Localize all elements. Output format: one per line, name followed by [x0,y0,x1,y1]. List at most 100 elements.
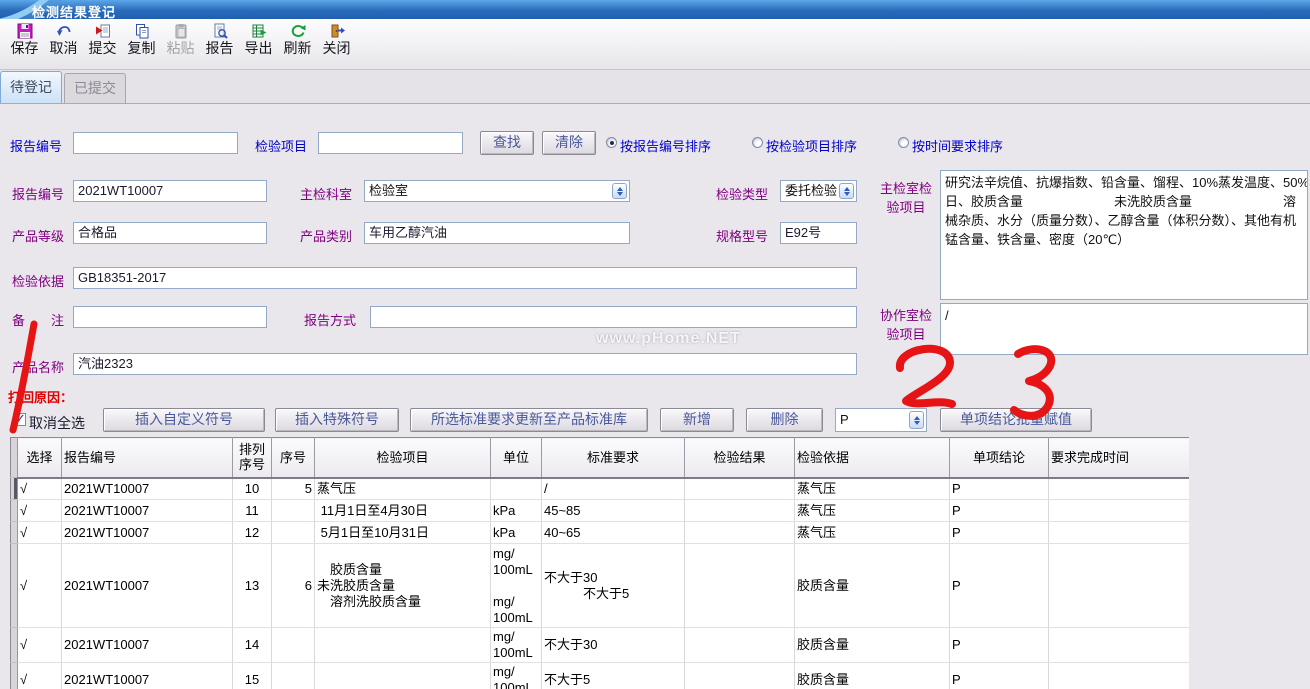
cell-standard-req[interactable]: 不大于30 [542,628,685,663]
find-button[interactable]: 查找 [480,131,534,155]
dept-combo[interactable]: 检验室 [364,180,630,202]
sort-by-item-radio[interactable] [752,137,763,148]
conclusion-combo[interactable]: P [835,408,927,432]
cell-item-conclusion[interactable]: P [950,544,1049,628]
export-button[interactable]: 导出 [239,23,278,57]
cell-test-basis[interactable]: 蒸气压 [795,478,950,500]
cell-test-basis[interactable]: 胶质含量 [795,628,950,663]
cell-unit[interactable]: kPa [491,522,542,544]
cell-due-time[interactable] [1049,478,1190,500]
basis-field[interactable]: GB18351-2017 [73,267,857,289]
cell-order-no[interactable]: 14 [233,628,272,663]
add-row-button[interactable]: 新增 [660,408,734,432]
sort-by-report-radio[interactable] [606,137,617,148]
cell-item-conclusion[interactable]: P [950,478,1049,500]
cell-report-no[interactable]: 2021WT10007 [62,663,233,689]
cell-standard-req[interactable]: 不大于5 [542,663,685,689]
cell-test-result[interactable] [685,522,795,544]
copy-button[interactable]: 复制 [122,23,161,57]
row-check-cell[interactable]: √ [18,478,62,500]
cell-test-item[interactable]: 11月1日至4月30日 [315,500,491,522]
coop-items-textarea[interactable]: / [940,303,1308,355]
cell-item-conclusion[interactable]: P [950,628,1049,663]
cell-test-result[interactable] [685,628,795,663]
cell-seq-no[interactable] [272,500,315,522]
cell-due-time[interactable] [1049,628,1190,663]
report-button[interactable]: 报告 [200,23,239,57]
cell-due-time[interactable] [1049,544,1190,628]
report-no-field[interactable]: 2021WT10007 [73,180,267,202]
cell-test-basis[interactable]: 胶质含量 [795,663,950,689]
cell-test-item[interactable]: 蒸气压 [315,478,491,500]
cell-unit[interactable]: mg/ 100mL [491,628,542,663]
insert-special-symbol-button[interactable]: 插入特殊符号 [275,408,399,432]
dropdown-spinner-icon[interactable] [612,183,627,199]
cell-item-conclusion[interactable]: P [950,500,1049,522]
filter-report-no-input[interactable] [73,132,238,154]
main-items-textarea[interactable]: 研究法辛烷值、抗爆指数、铅含量、馏程、10%蒸发温度、50%蒸 日、胶质含量 未… [940,170,1308,300]
batch-assign-button[interactable]: 单项结论批量赋值 [940,408,1092,432]
cancel-select-all-checkbox[interactable] [13,413,26,426]
grade-field[interactable]: 合格品 [73,222,267,244]
category-field[interactable]: 车用乙醇汽油 [364,222,630,244]
cell-order-no[interactable]: 10 [233,478,272,500]
cell-seq-no[interactable] [272,663,315,689]
test-type-combo[interactable]: 委托检验 [780,180,857,202]
cell-seq-no[interactable] [272,522,315,544]
report-mode-field[interactable] [370,306,857,328]
cell-test-item[interactable]: 5月1日至10月31日 [315,522,491,544]
submit-button[interactable]: 提交 [83,23,122,57]
cell-test-result[interactable] [685,663,795,689]
cell-due-time[interactable] [1049,500,1190,522]
remark-field[interactable] [73,306,267,328]
product-name-field[interactable]: 汽油2323 [73,353,857,375]
dropdown-spinner-icon[interactable] [909,411,924,429]
cell-seq-no[interactable] [272,628,315,663]
cell-order-no[interactable]: 12 [233,522,272,544]
cell-test-basis[interactable]: 蒸气压 [795,500,950,522]
cell-report-no[interactable]: 2021WT10007 [62,544,233,628]
cell-test-result[interactable] [685,500,795,522]
dropdown-spinner-icon[interactable] [839,183,854,199]
cell-item-conclusion[interactable]: P [950,522,1049,544]
cell-due-time[interactable] [1049,663,1190,689]
cell-test-item[interactable] [315,663,491,689]
cell-unit[interactable]: kPa [491,500,542,522]
row-check-cell[interactable]: √ [18,522,62,544]
refresh-button[interactable]: 刷新 [278,23,317,57]
cell-standard-req[interactable]: 不大于30 不大于5 [542,544,685,628]
clear-button[interactable]: 清除 [542,131,596,155]
cancel-button[interactable]: 取消 [44,23,83,57]
spec-field[interactable]: E92号 [780,222,857,244]
cell-order-no[interactable]: 11 [233,500,272,522]
tab-submitted[interactable]: 已提交 [64,73,126,103]
save-button[interactable]: 保存 [5,23,44,57]
delete-row-button[interactable]: 删除 [746,408,823,432]
update-standard-button[interactable]: 所选标准要求更新至产品标准库 [410,408,648,432]
cell-item-conclusion[interactable]: P [950,663,1049,689]
cell-unit[interactable]: mg/ 100mL [491,663,542,689]
cell-standard-req[interactable]: 45~85 [542,500,685,522]
cell-standard-req[interactable]: / [542,478,685,500]
window-titlebar[interactable]: 检测结果登记 [0,0,1310,19]
cell-test-basis[interactable]: 蒸气压 [795,522,950,544]
cell-standard-req[interactable]: 40~65 [542,522,685,544]
cell-report-no[interactable]: 2021WT10007 [62,478,233,500]
cell-test-result[interactable] [685,478,795,500]
cell-report-no[interactable]: 2021WT10007 [62,500,233,522]
cell-test-item[interactable] [315,628,491,663]
cell-unit[interactable] [491,478,542,500]
cell-seq-no[interactable]: 6 [272,544,315,628]
row-check-cell[interactable]: √ [18,663,62,689]
cell-test-result[interactable] [685,544,795,628]
filter-item-input[interactable] [318,132,463,154]
cell-test-basis[interactable]: 胶质含量 [795,544,950,628]
row-check-cell[interactable]: √ [18,544,62,628]
row-check-cell[interactable]: √ [18,628,62,663]
row-check-cell[interactable]: √ [18,500,62,522]
cell-order-no[interactable]: 15 [233,663,272,689]
cell-seq-no[interactable]: 5 [272,478,315,500]
tab-pending[interactable]: 待登记 [0,71,62,103]
cell-test-item[interactable]: 胶质含量 未洗胶质含量 溶剂洗胶质含量 [315,544,491,628]
insert-custom-symbol-button[interactable]: 插入自定义符号 [103,408,265,432]
